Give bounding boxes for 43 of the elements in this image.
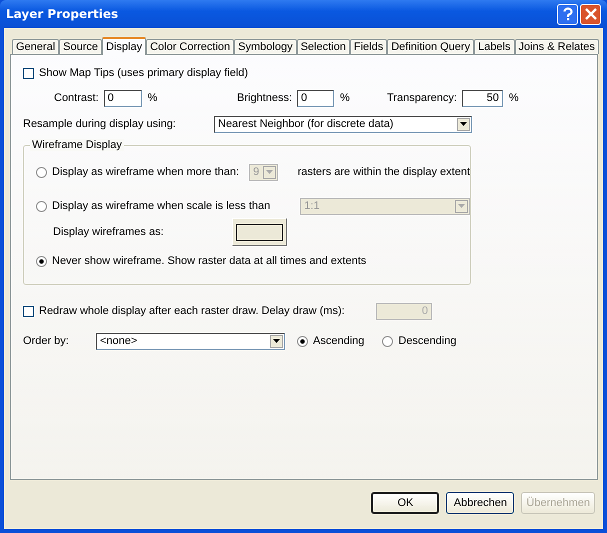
color-button[interactable]	[232, 218, 287, 246]
input-field[interactable]: 0	[297, 90, 334, 106]
window-title: Layer Properties	[6, 7, 120, 21]
caret-icon	[460, 122, 467, 126]
field-label: Resample during display using:	[23, 118, 177, 130]
radio-button[interactable]: Ascending	[297, 335, 364, 347]
dropdown[interactable]: Nearest Neighbor (for discrete data)	[214, 116, 472, 132]
input-field[interactable]: 50	[462, 90, 503, 106]
suffix-label: rasters are within the display extent	[298, 166, 470, 178]
caret-icon	[273, 339, 280, 343]
field-label: Display wireframes as:	[53, 226, 165, 238]
tab[interactable]: Source	[59, 39, 102, 54]
help-button[interactable]	[557, 4, 578, 24]
tab[interactable]: Symbology	[234, 39, 297, 54]
tab[interactable]: General	[12, 39, 60, 54]
radio-button[interactable]: Never show wireframe. Show raster data at all times and extents	[36, 255, 366, 267]
field-label: Transparency:	[387, 92, 457, 104]
checkbox[interactable]: Show Map Tips (uses primary display field)	[23, 67, 248, 79]
unit-label: %	[340, 92, 350, 104]
close-icon	[584, 8, 596, 20]
unit-label: %	[508, 92, 519, 104]
tab[interactable]: Color Correction	[146, 39, 234, 54]
color-swatch	[236, 224, 283, 240]
caret-icon	[266, 170, 273, 174]
help-icon	[560, 7, 574, 21]
tab[interactable]: Display	[102, 37, 146, 55]
close-button[interactable]	[580, 4, 601, 24]
field-label: Order by:	[23, 335, 70, 347]
field-label: Contrast:	[54, 92, 99, 104]
radio-button[interactable]: Descending	[382, 335, 456, 347]
input-field[interactable]: 0	[104, 90, 142, 106]
tab[interactable]: Labels	[474, 39, 514, 54]
tab[interactable]: Joins & Relates	[514, 39, 599, 54]
dialog-button[interactable]: Abbrechen	[446, 492, 514, 514]
tab[interactable]: Fields	[350, 39, 388, 54]
unit-label: %	[148, 92, 158, 104]
dropdown[interactable]: <none>	[96, 332, 285, 350]
group-title: Wireframe Display	[30, 139, 124, 151]
field-label: Brightness:	[237, 92, 292, 104]
dialog-button[interactable]: OK	[371, 492, 440, 514]
tab[interactable]: Selection	[296, 39, 350, 54]
caret-icon	[458, 204, 465, 208]
tab[interactable]: Definition Query	[387, 39, 474, 54]
